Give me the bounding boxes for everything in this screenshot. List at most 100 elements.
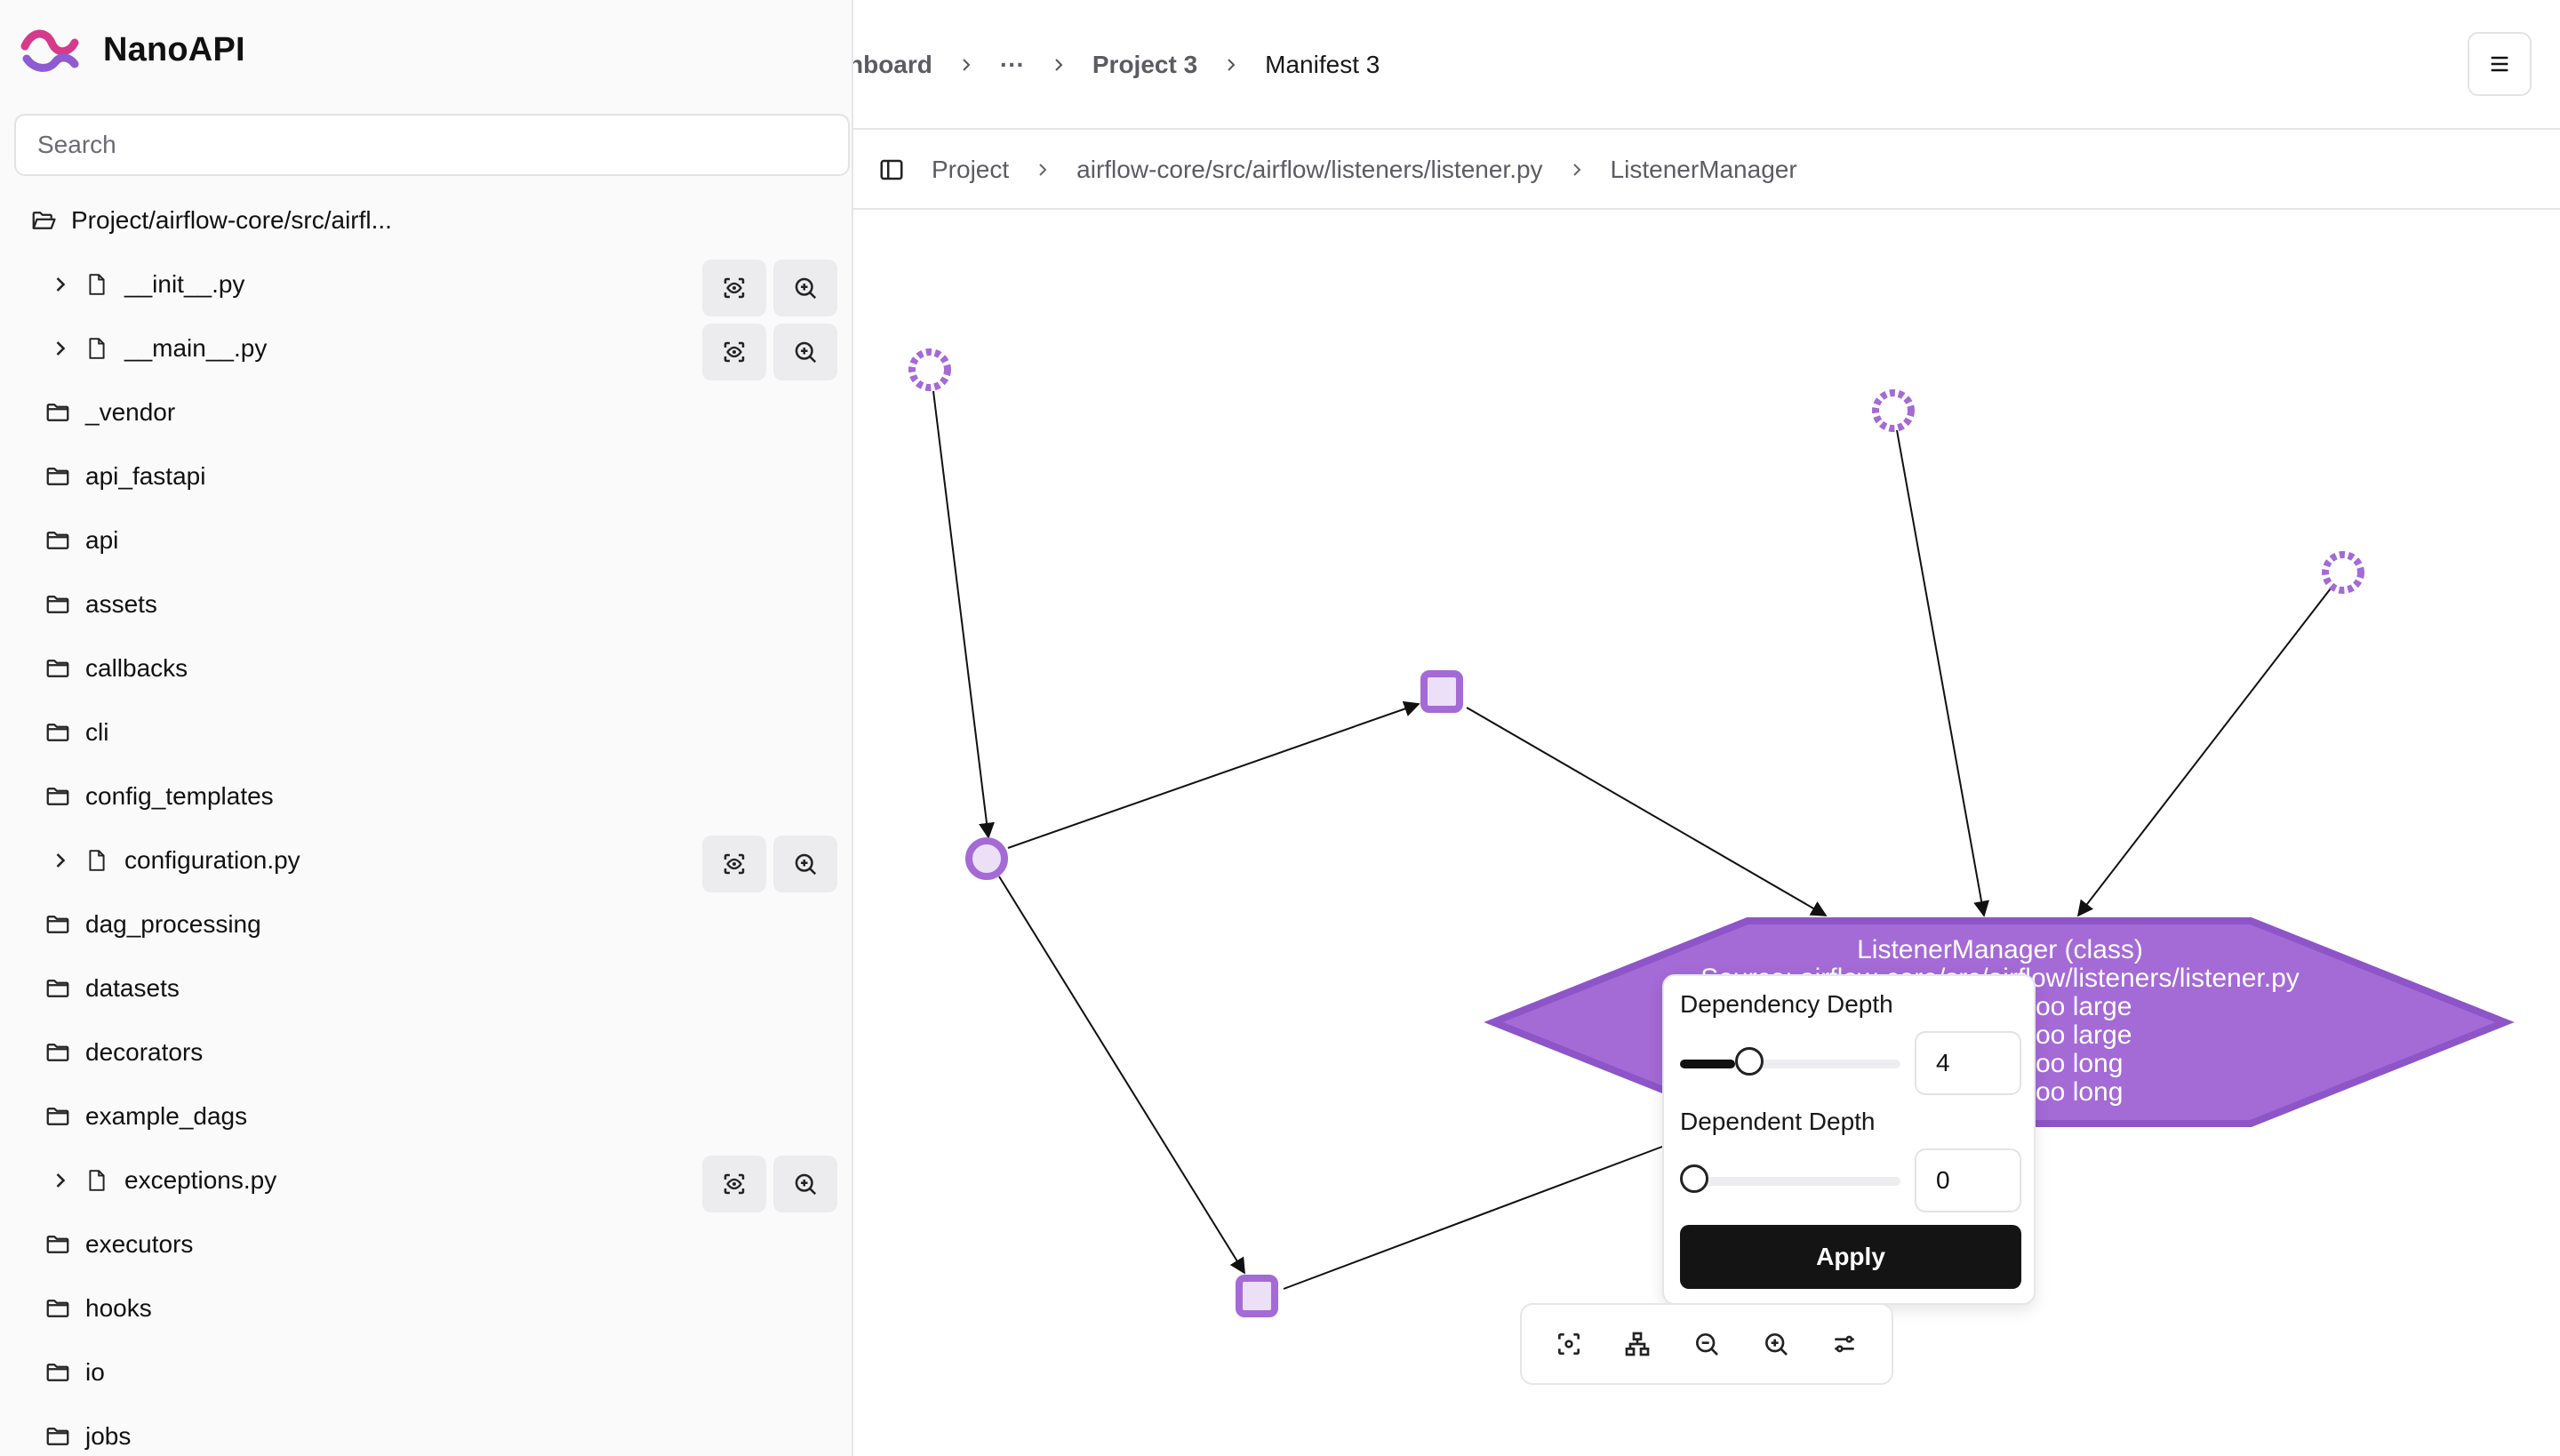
menu-button[interactable] (2468, 32, 2532, 96)
zoom-in-icon (795, 1173, 817, 1196)
zoom-to-node-button[interactable] (773, 836, 837, 892)
tree-item-label: hooks (85, 1294, 152, 1322)
breadcrumb-ellipsis[interactable]: ··· (1000, 51, 1025, 79)
crumb-project[interactable]: Project (932, 156, 1009, 184)
brand[interactable]: NanoAPI (20, 27, 245, 73)
tree-file-row[interactable]: exceptions.py (0, 1148, 852, 1212)
focus-view-button[interactable] (702, 836, 766, 892)
tree-folder-row[interactable]: api_fastapi (0, 444, 852, 508)
graph-node-external (1872, 389, 1915, 432)
chevron-right-icon[interactable] (48, 336, 73, 361)
tree-folder-row[interactable]: assets (0, 572, 852, 636)
tree-item-label: exceptions.py (124, 1166, 277, 1194)
crumb-symbol: ListenerManager (1610, 156, 1797, 183)
breadcrumb-project[interactable]: Project 3 (1092, 51, 1197, 79)
tree-folder-row[interactable]: _vendor (0, 380, 852, 444)
tree-folder-row[interactable]: hooks (0, 1276, 852, 1340)
graph-edge (1896, 429, 1989, 917)
tree-item-label: __main__.py (124, 334, 268, 362)
dependency-depth-label: Dependency Depth (1680, 990, 1893, 1018)
slider-thumb[interactable] (1680, 1164, 1708, 1193)
apply-button[interactable]: Apply (1680, 1225, 2021, 1289)
zoom-to-node-button[interactable] (773, 324, 837, 380)
graph-nodes[interactable] (908, 348, 2364, 1317)
graph-edge (1007, 700, 1420, 849)
dependency-depth-input[interactable] (1915, 1031, 2021, 1095)
focus-icon (724, 277, 745, 299)
focus-view-button[interactable] (702, 1156, 766, 1212)
crumb-file-path[interactable]: airflow-core/src/airflow/listeners/liste… (1076, 156, 1542, 184)
tree-folder-row[interactable]: executors (0, 1212, 852, 1276)
zoom-in-icon (795, 277, 817, 300)
tree-folder-row[interactable]: decorators (0, 1020, 852, 1084)
focus-view-button[interactable] (702, 260, 766, 316)
tree-item-label: io (85, 1358, 105, 1386)
nanoapi-logo-icon (20, 29, 79, 72)
tree-folder-row[interactable]: dag_processing (0, 892, 852, 956)
file-tree: Project/airflow-core/src/airfl... __init… (0, 188, 852, 1456)
main-node-line: oo long (2036, 1077, 2123, 1107)
tree-file-row[interactable]: __main__.py (0, 316, 852, 380)
zoom-to-node-button[interactable] (773, 260, 837, 316)
chevron-right-icon (1055, 59, 1063, 71)
depth-settings-popover: Dependency Depth Dependent Depth Apply (1662, 974, 2036, 1305)
chevron-right-icon[interactable] (48, 1168, 73, 1193)
tree-folder-row[interactable]: jobs (0, 1404, 852, 1456)
tree-folder-row[interactable]: example_dags (0, 1084, 852, 1148)
file-icon (89, 850, 105, 871)
main-node-line: oo large (2036, 992, 2132, 1021)
slider-fill (1680, 1060, 1735, 1068)
folder-icon (46, 596, 69, 613)
graph-breadcrumb: Project airflow-core/src/airflow/listene… (932, 148, 1797, 192)
tree-item-label: cli (85, 718, 109, 746)
focus-icon (724, 853, 745, 875)
chevron-right-icon (963, 59, 971, 71)
slider-thumb[interactable] (1735, 1047, 1764, 1076)
tree-root[interactable]: Project/airflow-core/src/airfl... (0, 188, 852, 252)
zoom-out-button[interactable] (1678, 1316, 1735, 1372)
row-actions (702, 324, 837, 380)
graph-edges (932, 390, 2332, 1290)
tree-folder-row[interactable]: api (0, 508, 852, 572)
tree-item-label: decorators (85, 1038, 204, 1066)
layout-button[interactable] (1609, 1316, 1666, 1372)
zoom-in-icon (1764, 1333, 1788, 1356)
graph-toolbar (1520, 1303, 1893, 1385)
focus-icon (724, 341, 745, 363)
chevron-right-icon[interactable] (48, 848, 73, 873)
breadcrumb-dashboard[interactable]: hboard (853, 51, 932, 79)
fit-view-button[interactable] (1540, 1316, 1597, 1372)
tree-file-row[interactable]: __init__.py (0, 252, 852, 316)
graph-node-external (908, 348, 951, 391)
sidebar-toggle-icon[interactable] (878, 156, 905, 183)
tree-folder-row[interactable]: config_templates (0, 764, 852, 828)
file-icon (89, 1170, 105, 1191)
zoom-out-icon (1695, 1333, 1718, 1356)
graph-edge (932, 390, 995, 839)
tree-item-label: config_templates (85, 782, 274, 810)
dependent-depth-slider[interactable] (1680, 1164, 1900, 1193)
file-icon (89, 274, 105, 295)
main-node-line: oo long (2036, 1049, 2123, 1078)
focus-view-button[interactable] (702, 324, 766, 380)
tree-item-label: dag_processing (85, 910, 261, 938)
tree-root-label: Project/airflow-core/src/airfl... (71, 206, 392, 234)
graph-node-square (1420, 670, 1463, 713)
tree-folder-row[interactable]: datasets (0, 956, 852, 1020)
dependent-depth-input[interactable] (1915, 1148, 2021, 1212)
chevron-right-icon (1228, 59, 1236, 71)
zoom-in-button[interactable] (1748, 1316, 1804, 1372)
tree-file-row[interactable]: configuration.py (0, 828, 852, 892)
dependency-depth-slider[interactable] (1680, 1047, 1900, 1076)
zoom-to-node-button[interactable] (773, 1156, 837, 1212)
row-actions (702, 836, 837, 892)
tree-folder-row[interactable]: io (0, 1340, 852, 1404)
settings-button[interactable] (1816, 1316, 1873, 1372)
tree-folder-row[interactable]: callbacks (0, 636, 852, 700)
search-input[interactable] (14, 114, 850, 176)
graph-edge (998, 876, 1245, 1275)
chevron-right-icon[interactable] (48, 272, 73, 297)
tree-item-label: configuration.py (124, 846, 300, 874)
tree-folder-row[interactable]: cli (0, 700, 852, 764)
chevron-right-icon (1039, 164, 1047, 176)
